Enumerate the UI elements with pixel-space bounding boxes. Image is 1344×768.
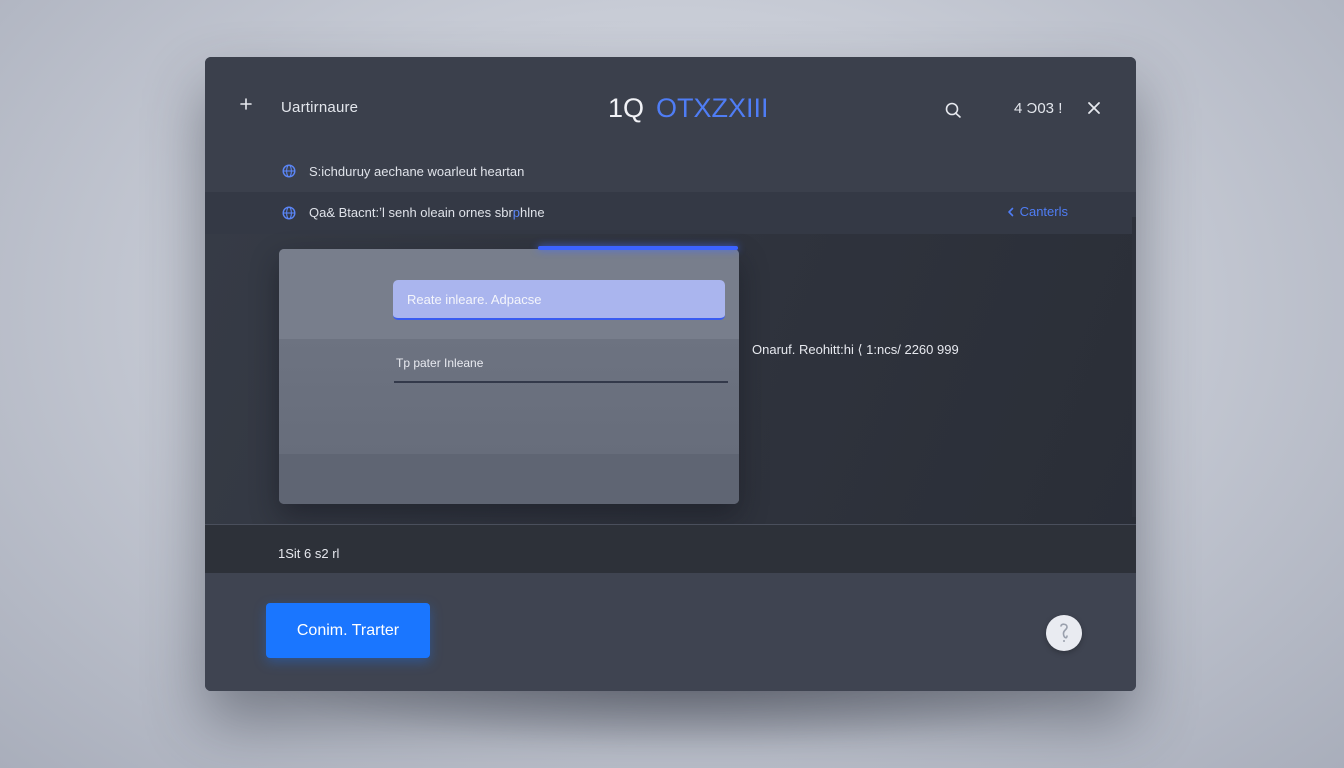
second-field-underline[interactable] [394, 381, 728, 383]
window-title: 1Q OTXZXIII [608, 93, 769, 124]
address-input[interactable] [393, 280, 725, 320]
form-panel: Tp pater Inleane [279, 249, 739, 504]
info-row-text: S:ichduruy aechane woarleut heartan [309, 164, 525, 179]
active-tab-indicator [538, 246, 738, 250]
title-brand: OTXZXIII [656, 93, 769, 123]
window-edge [1132, 217, 1136, 517]
second-field-label: Tp pater Inleane [396, 356, 484, 370]
chevron-left-icon [1007, 207, 1013, 217]
contents-link[interactable]: Canterls [1006, 204, 1068, 219]
info-row-1: S:ichduruy aechane woarleut heartan [205, 149, 1136, 192]
globe-icon [282, 206, 296, 220]
main-area: Tp pater Inleane Onaruf. Reohitt:hi ⟨ 1:… [205, 234, 1136, 574]
footer-strip: 1Sit 6 s2 rl [205, 525, 1136, 573]
title-bar: Uartirnaure 1Q OTXZXIII 4 Ɔ03 ! [205, 57, 1136, 149]
confirm-button[interactable]: Conim. Trarter [266, 603, 430, 658]
status-text: 4 Ɔ03 ! [1014, 100, 1063, 117]
side-info-text: Onaruf. Reohitt:hi ⟨ 1:ncs/ 2260 999 [752, 342, 959, 357]
plus-icon[interactable] [239, 97, 253, 111]
title-prefix: 1Q [608, 93, 645, 123]
action-bar: Conim. Trarter [205, 573, 1136, 691]
info-row-text: Qa& Btacnt:ʼl senh oleain ornes sbrphlne [309, 205, 545, 220]
contents-link-label: Canterls [1019, 204, 1068, 219]
globe-icon [282, 164, 296, 178]
panel-footer-band [279, 454, 739, 504]
info-row-text-end: hlne [520, 205, 545, 220]
search-icon[interactable] [943, 101, 963, 121]
panel-body [279, 339, 739, 454]
help-button[interactable] [1046, 615, 1082, 651]
footer-text: 1Sit 6 s2 rl [278, 546, 340, 561]
app-name: Uartirnaure [281, 99, 359, 116]
help-icon [1060, 623, 1068, 642]
close-icon[interactable] [1087, 101, 1101, 115]
info-row-accent: p [512, 205, 521, 220]
info-row-text-start: Qa& Btacnt:ʼl senh oleain ornes sbr [309, 205, 513, 220]
app-window: Uartirnaure 1Q OTXZXIII 4 Ɔ03 ! S:ichduru… [205, 57, 1136, 691]
info-row-2: Qa& Btacnt:ʼl senh oleain ornes sbrphlne… [205, 192, 1136, 234]
